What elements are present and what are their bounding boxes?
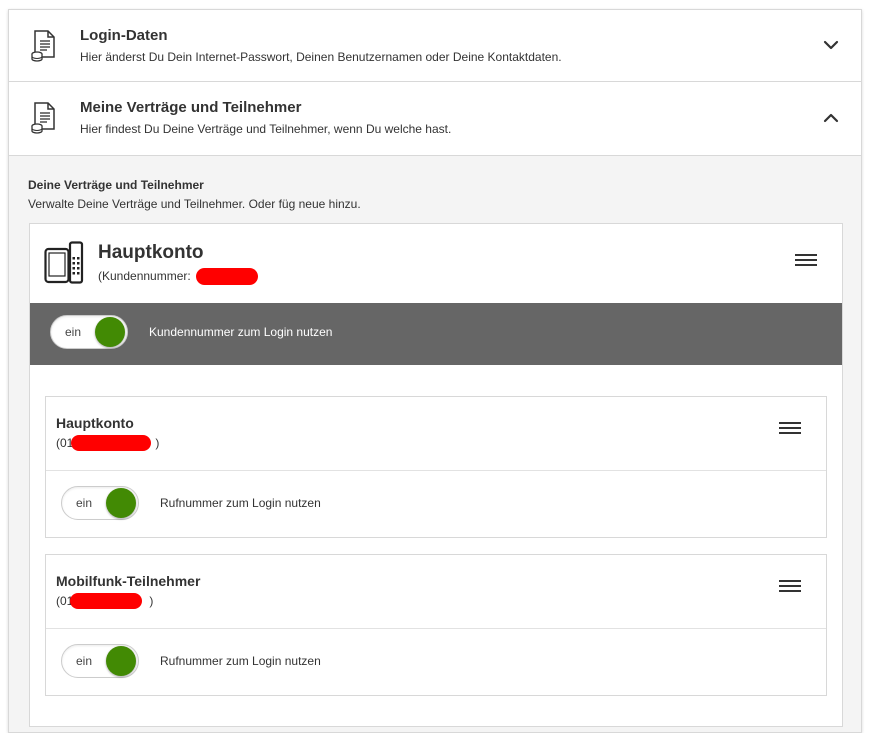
toggle-state-text: ein (65, 325, 82, 339)
phone-login-toggle[interactable]: ein (61, 644, 139, 678)
customer-login-toggle[interactable]: ein (50, 315, 128, 349)
toggle-knob (106, 488, 136, 518)
account-card: Hauptkonto (Kundennummer:) ein Kundennum… (29, 223, 843, 727)
number-suffix: ) (149, 594, 154, 608)
subscriber-card: Mobilfunk-Teilnehmer (01) ein Rufnummer … (45, 554, 827, 696)
phone-login-label: Rufnummer zum Login nutzen (160, 654, 321, 668)
customer-number-prefix: (Kundennummer: (98, 269, 191, 283)
accordion-login-data[interactable]: Login-Daten Hier änderst Du Dein Interne… (9, 10, 861, 82)
redaction-mark (71, 435, 151, 451)
section-title: Deine Verträge und Teilnehmer (28, 178, 204, 192)
subscriber-menu-button[interactable] (779, 422, 801, 436)
accordion-subtitle: Hier findest Du Deine Verträge und Teiln… (80, 122, 452, 136)
customer-login-bar: ein Kundennummer zum Login nutzen (30, 303, 842, 365)
document-icon (31, 102, 55, 134)
section-subtitle: Verwalte Deine Verträge und Teilnehmer. … (28, 197, 361, 211)
redaction-mark (196, 268, 258, 285)
document-icon (31, 30, 55, 62)
account-settings-panel: Login-Daten Hier änderst Du Dein Interne… (8, 9, 862, 733)
accordion-subtitle: Hier änderst Du Dein Internet-Passwort, … (80, 50, 562, 64)
toggle-state-text: ein (76, 654, 93, 668)
toggle-state-text: ein (76, 496, 93, 510)
redaction-mark (70, 593, 142, 609)
chevron-up-icon[interactable] (823, 110, 839, 126)
subscriber-title: Mobilfunk-Teilnehmer (56, 573, 201, 589)
accordion-title: Meine Verträge und Teilnehmer (80, 99, 302, 116)
phone-login-label: Rufnummer zum Login nutzen (160, 496, 321, 510)
subscriber-title: Hauptkonto (56, 415, 134, 431)
subscriber-card: Hauptkonto (01) ein Rufnummer zum Login … (45, 396, 827, 538)
account-menu-button[interactable] (795, 254, 817, 268)
subscriber-menu-button[interactable] (779, 580, 801, 594)
phone-login-toggle[interactable]: ein (61, 486, 139, 520)
number-suffix: ) (155, 436, 160, 450)
phone-landline-icon (44, 241, 84, 284)
accordion-title: Login-Daten (80, 27, 168, 44)
chevron-down-icon[interactable] (823, 37, 839, 53)
customer-login-label: Kundennummer zum Login nutzen (149, 325, 333, 339)
toggle-knob (95, 317, 125, 347)
subscriber-header: Mobilfunk-Teilnehmer (01) (46, 555, 826, 629)
toggle-knob (106, 646, 136, 676)
accordion-contracts[interactable]: Meine Verträge und Teilnehmer Hier finde… (9, 82, 861, 156)
account-title: Hauptkonto (98, 242, 204, 263)
subscriber-header: Hauptkonto (01) (46, 397, 826, 471)
